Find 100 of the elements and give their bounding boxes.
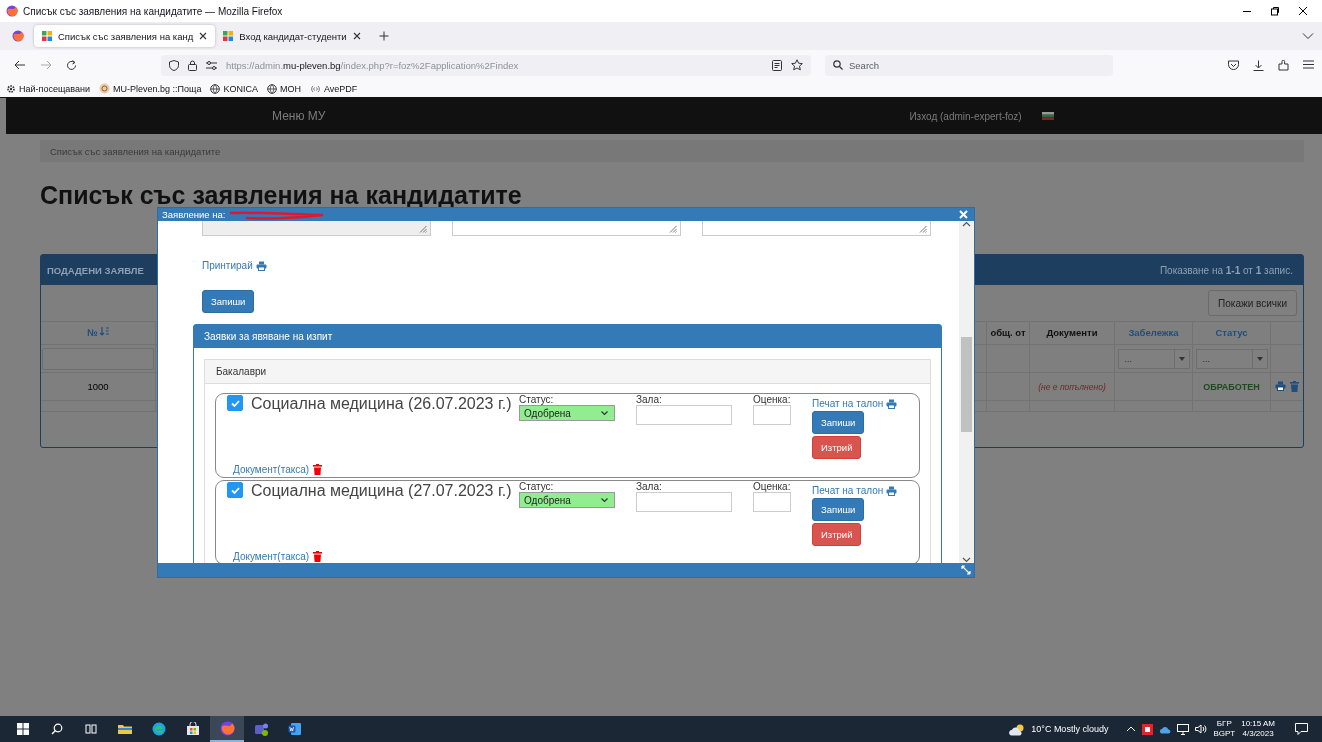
speaker-icon[interactable]	[1195, 724, 1208, 734]
scrollbar-thumb[interactable]	[961, 337, 972, 432]
caret-icon	[601, 497, 608, 503]
scroll-up-icon[interactable]	[962, 221, 971, 227]
textarea-field[interactable]	[202, 221, 431, 236]
logout-link[interactable]: Изход (admin-expert-foz)	[909, 110, 1022, 122]
flower-logo-icon	[99, 83, 110, 94]
store-bag-icon[interactable]	[186, 722, 200, 736]
cloud-icon[interactable]	[1159, 724, 1172, 734]
close-button[interactable]	[1298, 6, 1308, 16]
search-field[interactable]: Search	[825, 54, 1113, 76]
pocket-icon[interactable]	[1228, 59, 1239, 70]
save-button[interactable]: Запиши	[812, 411, 865, 434]
delete-button[interactable]: Изтрий	[812, 436, 862, 459]
grade-input-field[interactable]	[753, 405, 791, 425]
reader-view-icon[interactable]	[772, 59, 782, 71]
sort-icon	[100, 327, 110, 336]
bookmark-item[interactable]: AvePDF	[309, 83, 358, 94]
lock-icon	[188, 59, 197, 71]
resize-icon[interactable]	[961, 565, 971, 575]
filter-select[interactable]: ...	[1195, 348, 1268, 369]
globe-icon	[210, 83, 221, 94]
resize-grip-icon[interactable]	[419, 225, 427, 233]
star-icon[interactable]	[791, 59, 803, 71]
bookmark-item[interactable]: MOH	[266, 83, 301, 94]
printer-icon	[886, 485, 898, 496]
status-text: ОБРАБОТЕН	[1203, 381, 1260, 392]
textarea-field[interactable]	[452, 221, 681, 236]
bookmark-item[interactable]: Най-посещавани	[6, 83, 90, 94]
exam-title: Социална медицина (26.07.2023 г.)	[251, 395, 512, 413]
caret-icon	[1256, 356, 1263, 361]
restore-button[interactable]	[1270, 6, 1280, 16]
edge-logo-icon[interactable]	[152, 722, 166, 736]
status-select[interactable]: Одобрена	[519, 405, 615, 421]
back-arrow-icon[interactable]	[14, 60, 26, 70]
save-button[interactable]: Запиши	[812, 498, 865, 521]
firefox-taskbar-icon[interactable]	[219, 720, 235, 736]
print-link[interactable]: Принтирай	[202, 260, 267, 271]
close-icon[interactable]	[199, 32, 208, 40]
windows-logo-icon[interactable]	[17, 723, 29, 735]
column-header: Документи	[1030, 322, 1115, 345]
dialog-title: Заявление на:	[162, 209, 226, 220]
document-link[interactable]: Документ(такса)	[233, 464, 310, 475]
menu-icon[interactable]	[1303, 59, 1314, 69]
app-tray-icon[interactable]	[1142, 723, 1154, 735]
notification-icon[interactable]	[1295, 723, 1308, 735]
grade-input-field[interactable]	[753, 492, 791, 512]
browser-tab[interactable]: Вход кандидат-студенти	[215, 25, 369, 47]
extensions-icon[interactable]	[1278, 59, 1289, 71]
firefox-menu-button[interactable]	[12, 30, 24, 42]
document-link[interactable]: Документ(такса)	[233, 551, 310, 562]
exams-panel-title: Заявки за явяване на изпит	[204, 331, 333, 342]
filter-select[interactable]: ...	[1117, 348, 1190, 369]
bookmark-item[interactable]: MU-Pleven.bg ::Поща	[99, 83, 202, 94]
firefox-logo-icon	[6, 5, 18, 17]
new-tab-icon[interactable]	[378, 31, 389, 41]
column-header: общ. от	[987, 322, 1030, 345]
shield-icon	[169, 59, 179, 71]
show-all-button[interactable]: Покажи всички	[1208, 290, 1297, 316]
keyboard-language[interactable]: БГР BGPT	[1213, 719, 1236, 739]
checkbox[interactable]	[227, 395, 243, 411]
field-label: Статус:	[519, 482, 555, 492]
browser-tab[interactable]: Списък със заявления на канд	[34, 25, 216, 47]
address-bar[interactable]: https://admin.mu-pleven.bg/index.php?r=foz%2Fapplication%2Findex	[161, 54, 811, 76]
menu-link[interactable]: Меню МУ	[272, 109, 326, 123]
filter-input-field[interactable]	[42, 347, 154, 370]
bookmark-item[interactable]: KONICA	[210, 83, 258, 94]
folder-icon[interactable]	[118, 723, 132, 735]
caret-icon	[1178, 356, 1185, 361]
task-view-icon[interactable]	[85, 723, 97, 735]
scroll-down-icon[interactable]	[962, 557, 971, 563]
textarea-field[interactable]	[702, 221, 931, 236]
hall-input-field[interactable]	[636, 405, 732, 425]
status-select[interactable]: Одобрена	[519, 492, 615, 508]
print-ticket-link[interactable]: Печат на талон	[812, 485, 898, 496]
teams-logo-icon[interactable]	[253, 722, 269, 736]
chevron-down-icon[interactable]	[1302, 32, 1314, 40]
save-button[interactable]: Запиши	[202, 290, 255, 313]
checkbox[interactable]	[227, 482, 243, 498]
hall-input-field[interactable]	[636, 492, 732, 512]
network-icon[interactable]	[1177, 723, 1190, 735]
download-icon[interactable]	[1253, 59, 1264, 71]
weather-text[interactable]: 10°C Mostly cloudy	[1031, 724, 1109, 734]
search-icon[interactable]	[51, 723, 63, 735]
trash-icon[interactable]	[313, 464, 323, 475]
scrollbar[interactable]	[959, 221, 974, 563]
reload-icon[interactable]	[66, 59, 77, 71]
resize-grip-icon[interactable]	[919, 225, 927, 233]
close-icon[interactable]	[352, 32, 361, 40]
print-ticket-link[interactable]: Печат на талон	[812, 398, 898, 409]
chevron-up-icon[interactable]	[1126, 726, 1137, 732]
clock[interactable]: 10:15 AM 4/3/2023	[1241, 719, 1275, 739]
trash-icon[interactable]	[313, 551, 323, 562]
delete-button[interactable]: Изтрий	[812, 523, 862, 546]
favicon-icon	[42, 31, 52, 41]
print-icon[interactable]	[1275, 381, 1286, 391]
word-logo-icon[interactable]	[288, 722, 302, 736]
resize-grip-icon[interactable]	[669, 225, 677, 233]
url-text: https://admin.mu-pleven.bg/index.php?r=foz%2Fapplication%2Findex	[226, 59, 519, 71]
flag-icon	[1041, 112, 1054, 120]
